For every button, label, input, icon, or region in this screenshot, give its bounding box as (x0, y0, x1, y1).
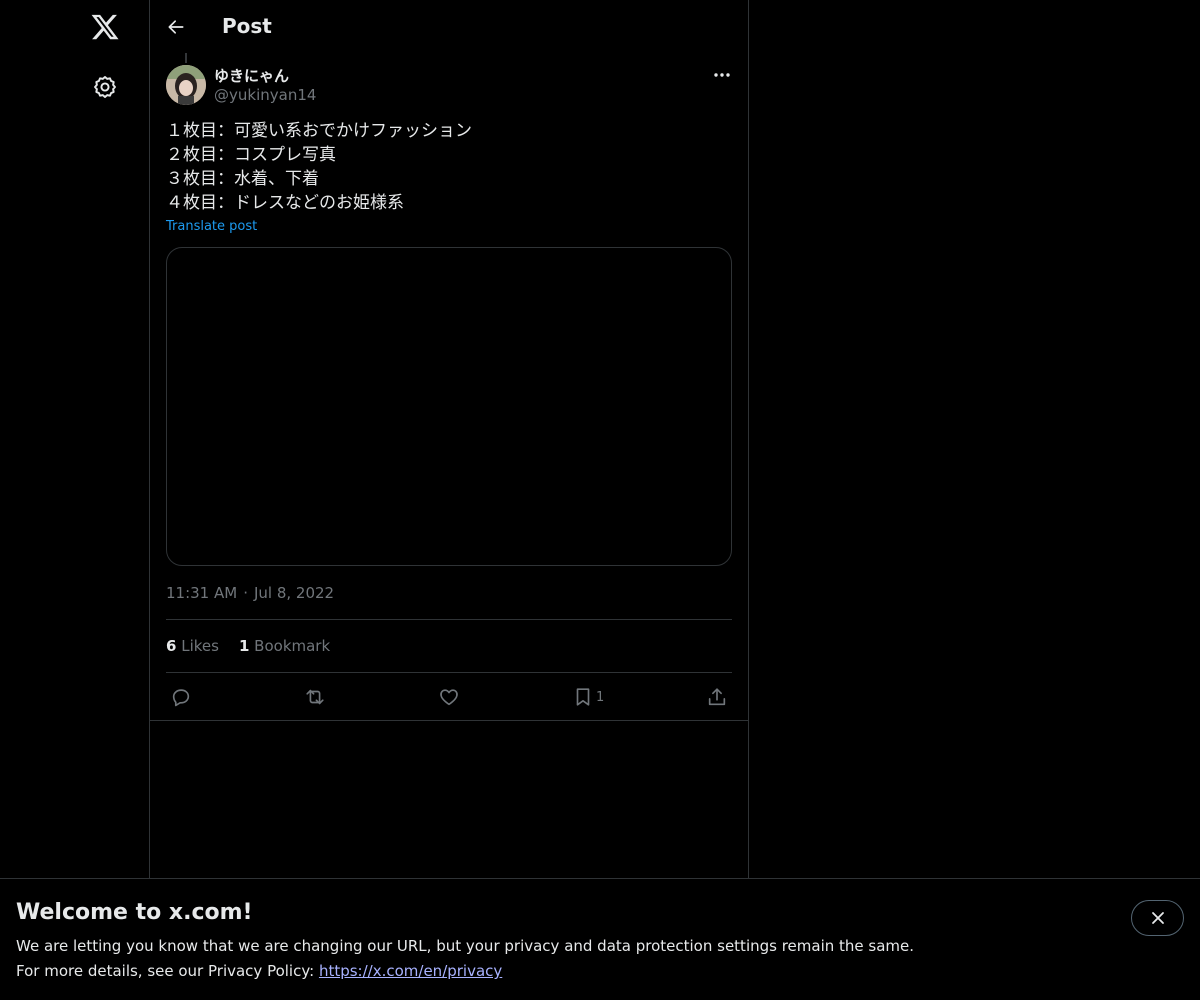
post-text: １枚目：可愛い系おでかけファッション ２枚目：コスプレ写真 ３枚目：水着、下着 … (166, 119, 732, 215)
divider (166, 672, 732, 673)
left-nav-rail (0, 0, 150, 1000)
bookmarks-stat[interactable]: 1 Bookmark (239, 637, 330, 655)
timestamp-separator: · (243, 584, 248, 602)
divider (150, 720, 748, 721)
more-options-icon[interactable] (712, 65, 732, 85)
like-button[interactable] (438, 686, 460, 708)
likes-count: 6 (166, 637, 177, 655)
translate-post-link[interactable]: Translate post (166, 219, 257, 234)
thread-connector-line (185, 53, 187, 63)
post-text-line: １枚目：可愛い系おでかけファッション (166, 121, 472, 141)
author-handle[interactable]: @yukinyan14 (214, 86, 316, 104)
banner-privacy-line: For more details, see our Privacy Policy… (16, 962, 502, 980)
page-title: Post (222, 14, 272, 38)
reply-icon (170, 686, 192, 708)
arrow-left-icon[interactable] (166, 17, 186, 37)
share-button[interactable] (706, 686, 728, 708)
privacy-policy-link[interactable]: https://x.com/en/privacy (319, 962, 502, 980)
post-date: Jul 8, 2022 (253, 584, 335, 602)
bookmarks-label: Bookmark (254, 637, 331, 655)
url-change-banner: Welcome to x.com! We are letting you kno… (0, 878, 1200, 1000)
post-text-line: ２枚目：コスプレ写真 (166, 145, 336, 165)
banner-title: Welcome to x.com! (16, 900, 253, 925)
banner-message: We are letting you know that we are chan… (16, 937, 915, 955)
banner-privacy-prefix: For more details, see our Privacy Policy… (16, 962, 319, 980)
avatar[interactable] (166, 65, 206, 105)
post-timestamp[interactable]: 11:31 AM · Jul 8, 2022 (166, 584, 334, 602)
author-name[interactable]: ゆきにゃん (214, 65, 289, 86)
banner-close-button[interactable] (1131, 900, 1184, 936)
top-bar: Post (150, 0, 748, 54)
reply-button[interactable] (170, 686, 192, 708)
repost-icon (304, 686, 326, 708)
likes-label: Likes (181, 637, 219, 655)
bookmark-count: 1 (596, 689, 605, 705)
repost-button[interactable] (304, 686, 326, 708)
divider (166, 619, 732, 620)
share-icon (706, 686, 728, 708)
post-text-line: ４枚目：ドレスなどのお姫様系 (166, 193, 404, 213)
likes-stat[interactable]: 6 Likes (166, 637, 219, 655)
heart-icon (438, 686, 460, 708)
close-icon (1150, 910, 1166, 926)
post-time: 11:31 AM (166, 584, 238, 602)
bookmarks-count: 1 (238, 637, 250, 655)
x-logo-icon[interactable] (90, 12, 120, 42)
gear-icon[interactable] (92, 74, 118, 100)
main-column: Post ゆきにゃん @yukinyan14 １枚目：可愛い系おでかけファッショ… (150, 0, 749, 1000)
bookmark-icon (572, 686, 594, 708)
post-media[interactable] (166, 247, 732, 566)
bookmark-button[interactable]: 1 (572, 686, 604, 708)
post-stats: 6 Likes 1 Bookmark (166, 637, 350, 655)
post-text-line: ３枚目：水着、下着 (166, 169, 319, 189)
